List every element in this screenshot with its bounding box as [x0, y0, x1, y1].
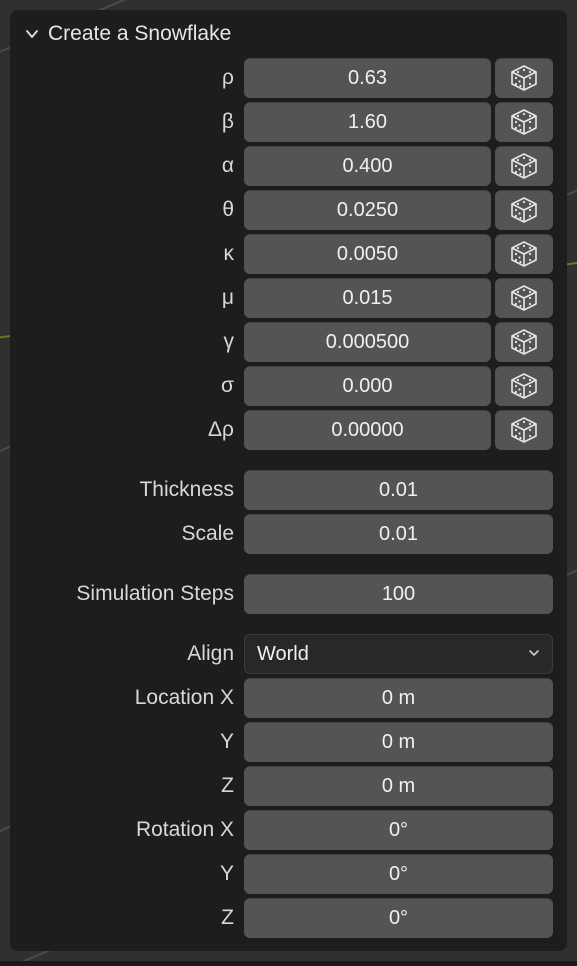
param-row-gamma: γ 0.000500 — [24, 322, 553, 362]
align-select[interactable]: World — [244, 634, 553, 674]
param-row-drho: Δρ 0.00000 — [24, 410, 553, 450]
chevron-down-icon — [24, 26, 40, 42]
param-row-location-z: Z 0 m — [24, 766, 553, 806]
param-label: Scale — [24, 522, 234, 546]
rho-input[interactable]: 0.63 — [244, 58, 491, 98]
theta-input[interactable]: 0.0250 — [244, 190, 491, 230]
param-label: σ — [24, 374, 234, 398]
randomize-button[interactable] — [495, 366, 553, 406]
parameter-list: ρ 0.63 β 1.60 α 0.400 θ 0.0250 — [24, 58, 553, 938]
param-row-mu: μ 0.015 — [24, 278, 553, 318]
beta-input[interactable]: 1.60 — [244, 102, 491, 142]
scale-input[interactable]: 0.01 — [244, 514, 553, 554]
randomize-button[interactable] — [495, 234, 553, 274]
alpha-input[interactable]: 0.400 — [244, 146, 491, 186]
randomize-button[interactable] — [495, 102, 553, 142]
rotation-x-input[interactable]: 0° — [244, 810, 553, 850]
param-row-rho: ρ 0.63 — [24, 58, 553, 98]
location-x-input[interactable]: 0 m — [244, 678, 553, 718]
param-row-beta: β 1.60 — [24, 102, 553, 142]
param-label: θ — [24, 198, 234, 222]
randomize-button[interactable] — [495, 322, 553, 362]
param-row-align: Align World — [24, 634, 553, 674]
panel-title: Create a Snowflake — [48, 22, 231, 46]
param-label: Y — [24, 730, 234, 754]
param-label: β — [24, 110, 234, 134]
param-row-location-y: Y 0 m — [24, 722, 553, 762]
rotation-z-input[interactable]: 0° — [244, 898, 553, 938]
param-label: α — [24, 154, 234, 178]
location-z-input[interactable]: 0 m — [244, 766, 553, 806]
param-label: κ — [24, 242, 234, 266]
chevron-down-icon — [528, 646, 540, 662]
mu-input[interactable]: 0.015 — [244, 278, 491, 318]
sigma-input[interactable]: 0.000 — [244, 366, 491, 406]
param-row-scale: Scale 0.01 — [24, 514, 553, 554]
sim-steps-input[interactable]: 100 — [244, 574, 553, 614]
rotation-y-input[interactable]: 0° — [244, 854, 553, 894]
param-label: Z — [24, 906, 234, 930]
param-label: Rotation X — [24, 818, 234, 842]
param-label: μ — [24, 286, 234, 310]
thickness-input[interactable]: 0.01 — [244, 470, 553, 510]
location-y-input[interactable]: 0 m — [244, 722, 553, 762]
param-row-rotation-z: Z 0° — [24, 898, 553, 938]
param-row-sim-steps: Simulation Steps 100 — [24, 574, 553, 614]
randomize-button[interactable] — [495, 278, 553, 318]
param-label: Y — [24, 862, 234, 886]
param-row-location-x: Location X 0 m — [24, 678, 553, 718]
align-select-value: World — [257, 643, 309, 666]
randomize-button[interactable] — [495, 146, 553, 186]
param-label: Simulation Steps — [24, 582, 234, 606]
create-snowflake-panel: Create a Snowflake ρ 0.63 β 1.60 α 0.400 — [10, 10, 567, 951]
param-row-rotation-y: Y 0° — [24, 854, 553, 894]
param-row-kappa: κ 0.0050 — [24, 234, 553, 274]
param-row-theta: θ 0.0250 — [24, 190, 553, 230]
param-row-thickness: Thickness 0.01 — [24, 470, 553, 510]
randomize-button[interactable] — [495, 410, 553, 450]
gamma-input[interactable]: 0.000500 — [244, 322, 491, 362]
param-row-alpha: α 0.400 — [24, 146, 553, 186]
param-label: ρ — [24, 66, 234, 90]
randomize-button[interactable] — [495, 190, 553, 230]
param-label: Align — [24, 642, 234, 666]
param-label: Δρ — [24, 418, 234, 442]
param-label: Z — [24, 774, 234, 798]
kappa-input[interactable]: 0.0050 — [244, 234, 491, 274]
drho-input[interactable]: 0.00000 — [244, 410, 491, 450]
param-label: Thickness — [24, 478, 234, 502]
randomize-button[interactable] — [495, 58, 553, 98]
param-label: γ — [24, 330, 234, 354]
param-row-sigma: σ 0.000 — [24, 366, 553, 406]
panel-header[interactable]: Create a Snowflake — [24, 18, 553, 58]
param-row-rotation-x: Rotation X 0° — [24, 810, 553, 850]
param-label: Location X — [24, 686, 234, 710]
